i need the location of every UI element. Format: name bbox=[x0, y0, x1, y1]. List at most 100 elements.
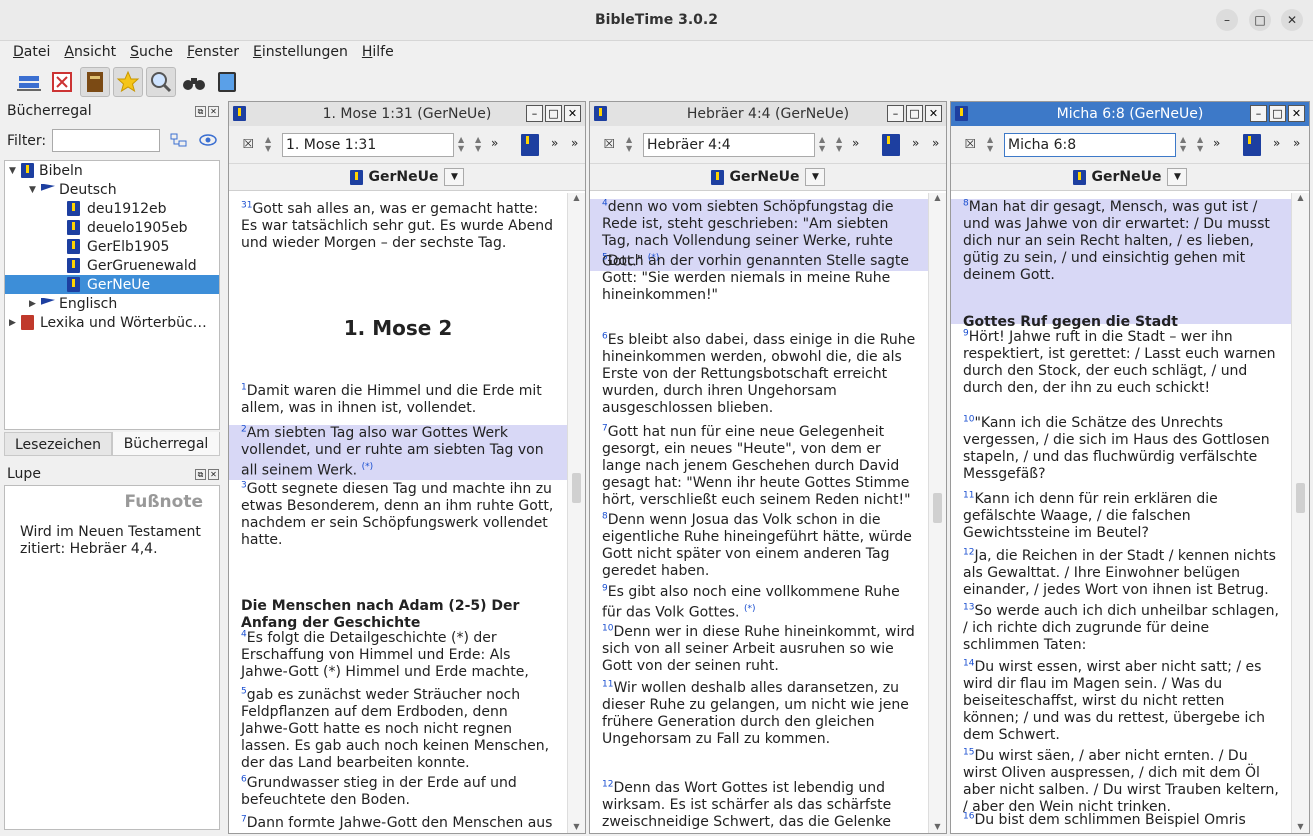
history-back-icon[interactable]: ⮽ bbox=[243, 137, 253, 152]
scrollbar[interactable]: ▲ ▼ bbox=[928, 193, 946, 833]
close-button[interactable]: ✕ bbox=[1281, 9, 1303, 31]
verse[interactable]: 6Grundwasser stieg in der Erde auf und b… bbox=[241, 775, 555, 809]
tree-node-deutsch[interactable]: ▼ Deutsch bbox=[29, 180, 117, 199]
fullscreen-icon[interactable] bbox=[47, 67, 77, 97]
menu-datei[interactable]: Datei bbox=[13, 44, 50, 60]
spin-arrows-icon[interactable]: ▲ ▼ bbox=[1197, 135, 1203, 153]
more-icon[interactable]: » bbox=[852, 136, 859, 150]
verse[interactable]: 12Denn das Wort Gottes ist lebendig und … bbox=[602, 780, 916, 831]
minimize-button[interactable]: – bbox=[1250, 105, 1267, 122]
verse[interactable]: 3Gott segnete diesen Tag und machte ihn … bbox=[241, 481, 555, 549]
verse[interactable]: 15Du wirst säen, / aber nicht ernten. / … bbox=[963, 748, 1279, 816]
chevron-down-icon[interactable]: ▼ bbox=[9, 166, 21, 176]
verse[interactable]: 12Ja, die Reichen in der Stadt / kennen … bbox=[963, 548, 1279, 599]
chevron-down-icon[interactable]: ▼ bbox=[444, 168, 465, 186]
chevron-down-icon[interactable]: ▼ bbox=[29, 185, 41, 195]
chevron-right-icon[interactable]: ▶ bbox=[9, 318, 21, 328]
more-icon[interactable]: » bbox=[1293, 136, 1300, 150]
scroll-up-icon[interactable]: ▲ bbox=[1292, 193, 1309, 202]
star-icon[interactable] bbox=[113, 67, 143, 97]
more-icon[interactable]: » bbox=[912, 136, 919, 150]
spin-arrows-icon[interactable]: ▲ ▼ bbox=[458, 135, 464, 153]
spin-arrows-icon[interactable]: ▲ ▼ bbox=[475, 135, 481, 153]
filter-input[interactable] bbox=[52, 129, 160, 152]
more-icon[interactable]: » bbox=[1273, 136, 1280, 150]
verse-number[interactable]: 13 bbox=[963, 602, 974, 612]
more-icon[interactable]: » bbox=[491, 136, 498, 150]
verse[interactable]: 1Damit waren die Himmel und die Erde mit… bbox=[241, 383, 555, 417]
minimize-button[interactable]: – bbox=[526, 105, 543, 122]
verse-number[interactable]: 12 bbox=[963, 547, 974, 557]
scrollbar-thumb[interactable] bbox=[572, 473, 581, 503]
spin-arrows-icon[interactable]: ▲ ▼ bbox=[987, 135, 993, 153]
tab-lesezeichen[interactable]: Lesezeichen bbox=[4, 432, 112, 456]
chevron-down-icon[interactable]: ▼ bbox=[805, 168, 826, 186]
verse[interactable]: 4Es folgt die Detailgeschichte (*) der E… bbox=[241, 630, 555, 681]
scrollbar-thumb[interactable] bbox=[933, 493, 942, 523]
footnote-marker[interactable]: (*) bbox=[362, 462, 374, 472]
menu-fenster[interactable]: Fenster bbox=[187, 44, 239, 60]
menu-ansicht[interactable]: Ansicht bbox=[64, 44, 116, 60]
spin-arrows-icon[interactable]: ▲ ▼ bbox=[819, 135, 825, 153]
verse[interactable]: 16Du bist dem schlimmen Beispiel Omris bbox=[963, 812, 1279, 829]
scroll-up-icon[interactable]: ▲ bbox=[929, 193, 946, 202]
binoculars-icon[interactable] bbox=[179, 67, 209, 97]
close-icon[interactable]: ✕ bbox=[208, 469, 219, 480]
close-button[interactable]: ✕ bbox=[1288, 105, 1305, 122]
verse[interactable]: 9Hört! Jahwe ruft in die Stadt – wer ihn… bbox=[963, 329, 1279, 397]
bookmark-book-icon[interactable] bbox=[80, 67, 110, 97]
verse[interactable]: 9Es gibt also noch eine vollkommene Ruhe… bbox=[602, 584, 916, 622]
verse[interactable]: 31Gott sah alles an, was er gemacht hatt… bbox=[241, 201, 555, 252]
verse-number[interactable]: 10 bbox=[602, 623, 613, 633]
maximize-button[interactable]: □ bbox=[1249, 9, 1271, 31]
verse[interactable]: 11Wir wollen deshalb alles daransetzen, … bbox=[602, 680, 916, 748]
more-icon[interactable]: » bbox=[571, 136, 578, 150]
magnifier-icon[interactable] bbox=[146, 67, 176, 97]
verse-number[interactable]: 12 bbox=[602, 779, 613, 789]
verse[interactable]: 6Es bleibt also dabei, dass einige in di… bbox=[602, 332, 916, 417]
verse[interactable]: 8Man hat dir gesagt, Mensch, was gut ist… bbox=[951, 199, 1291, 324]
more-icon[interactable]: » bbox=[551, 136, 558, 150]
maximize-button[interactable]: □ bbox=[906, 105, 923, 122]
tree-node-lexika[interactable]: ▶ Lexika und Wörterbüc… bbox=[9, 313, 207, 332]
tree-node-deuelo1905eb[interactable]: deuelo1905eb bbox=[67, 218, 188, 237]
chevron-down-icon[interactable]: ▼ bbox=[1167, 168, 1188, 186]
history-back-icon[interactable]: ⮽ bbox=[604, 137, 614, 152]
verse-number[interactable]: 31 bbox=[241, 200, 252, 210]
verse-number[interactable]: 14 bbox=[963, 658, 974, 668]
scroll-down-icon[interactable]: ▼ bbox=[929, 822, 946, 831]
verse[interactable]: 5gab es zunächst weder Sträucher noch Fe… bbox=[241, 687, 555, 772]
tablet-icon[interactable] bbox=[212, 67, 242, 97]
module-chooser-icon[interactable] bbox=[882, 134, 900, 160]
tree-node-bibeln[interactable]: ▼ Bibeln bbox=[9, 161, 83, 180]
scrollbar-thumb[interactable] bbox=[1296, 483, 1305, 513]
maximize-button[interactable]: □ bbox=[545, 105, 562, 122]
spin-arrows-icon[interactable]: ▲ ▼ bbox=[626, 135, 632, 153]
module-chooser-icon[interactable] bbox=[521, 134, 539, 160]
menu-einstellungen[interactable]: Einstellungen bbox=[253, 44, 348, 60]
close-button[interactable]: ✕ bbox=[925, 105, 942, 122]
tree-node-gergruenewald[interactable]: GerGruenewald bbox=[67, 256, 197, 275]
scroll-down-icon[interactable]: ▼ bbox=[1292, 822, 1309, 831]
verse-number[interactable]: 10 bbox=[963, 414, 974, 424]
scroll-up-icon[interactable]: ▲ bbox=[568, 193, 585, 202]
verse[interactable]: 2Am siebten Tag also war Gottes Werk vol… bbox=[229, 425, 567, 480]
tree-node-gerneue[interactable]: GerNeUe bbox=[5, 275, 219, 294]
verse[interactable]: 7Dann formte Jahwe-Gott den Menschen aus bbox=[241, 815, 555, 832]
reference-input[interactable]: Micha 6:8 bbox=[1004, 133, 1176, 157]
verse[interactable]: 8Denn wenn Josua das Volk schon in die e… bbox=[602, 512, 916, 580]
menu-hilfe[interactable]: Hilfe bbox=[362, 44, 394, 60]
minimize-button[interactable]: – bbox=[1216, 9, 1238, 31]
close-button[interactable]: ✕ bbox=[564, 105, 581, 122]
verse-number[interactable]: 11 bbox=[963, 490, 974, 500]
eye-icon[interactable] bbox=[199, 132, 217, 152]
module-chooser-icon[interactable] bbox=[1243, 134, 1261, 160]
tab-buecherregal[interactable]: Bücherregal bbox=[112, 432, 220, 456]
tree-node-gerelb1905[interactable]: GerElb1905 bbox=[67, 237, 169, 256]
more-icon[interactable]: » bbox=[1213, 136, 1220, 150]
spin-arrows-icon[interactable]: ▲ ▼ bbox=[836, 135, 842, 153]
float-icon[interactable]: ⧉ bbox=[195, 469, 206, 480]
spin-arrows-icon[interactable]: ▲ ▼ bbox=[1180, 135, 1186, 153]
tree-node-englisch[interactable]: ▶ Englisch bbox=[29, 294, 117, 313]
verse[interactable]: 13So werde auch ich dich unheilbar schla… bbox=[963, 603, 1279, 654]
